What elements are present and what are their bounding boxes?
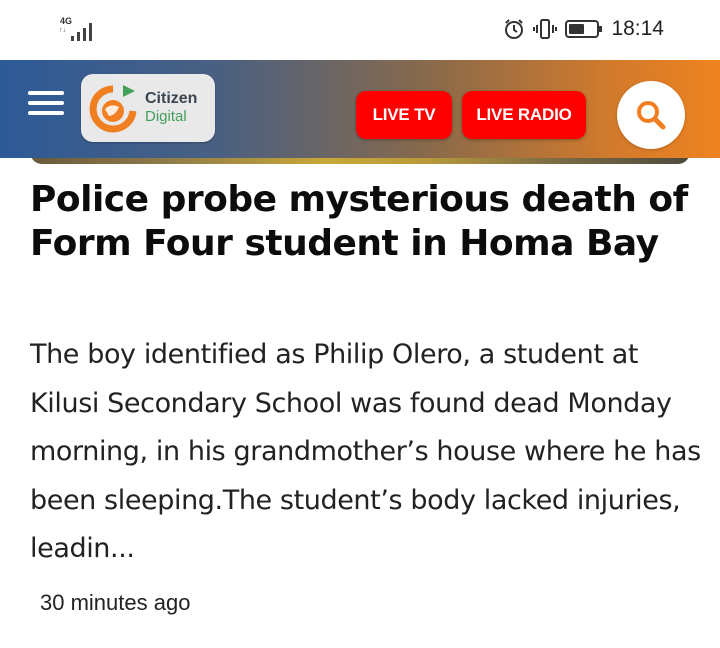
- alarm-icon: [505, 19, 524, 39]
- status-icons: 18:14: [503, 14, 664, 44]
- clock: 18:14: [611, 17, 664, 40]
- logo-mark-icon: [89, 85, 137, 133]
- vibrate-icon: [533, 19, 558, 39]
- live-radio-button[interactable]: LIVE RADIO: [462, 91, 586, 139]
- live-tv-button[interactable]: LIVE TV: [356, 91, 452, 139]
- article-summary[interactable]: The boy identified as Philip Olero, a st…: [30, 331, 702, 574]
- article-headline[interactable]: Police probe mysterious death of Form Fo…: [30, 178, 700, 266]
- network-activity: ↑↓: [59, 27, 66, 34]
- logo-subname: Digital: [145, 108, 187, 125]
- search-button[interactable]: [617, 81, 685, 149]
- article-timestamp: 30 minutes ago: [40, 590, 191, 615]
- signal-icon: [71, 23, 92, 41]
- signal-indicator: 4G ↑↓: [56, 16, 100, 42]
- citizen-digital-logo[interactable]: Citizen Digital: [81, 74, 215, 142]
- logo-name: Citizen: [145, 90, 198, 107]
- status-bar: 4G ↑↓ 18:14: [0, 0, 720, 60]
- hamburger-menu-icon[interactable]: [28, 89, 64, 117]
- search-icon: [637, 101, 666, 130]
- battery-icon: [565, 20, 603, 38]
